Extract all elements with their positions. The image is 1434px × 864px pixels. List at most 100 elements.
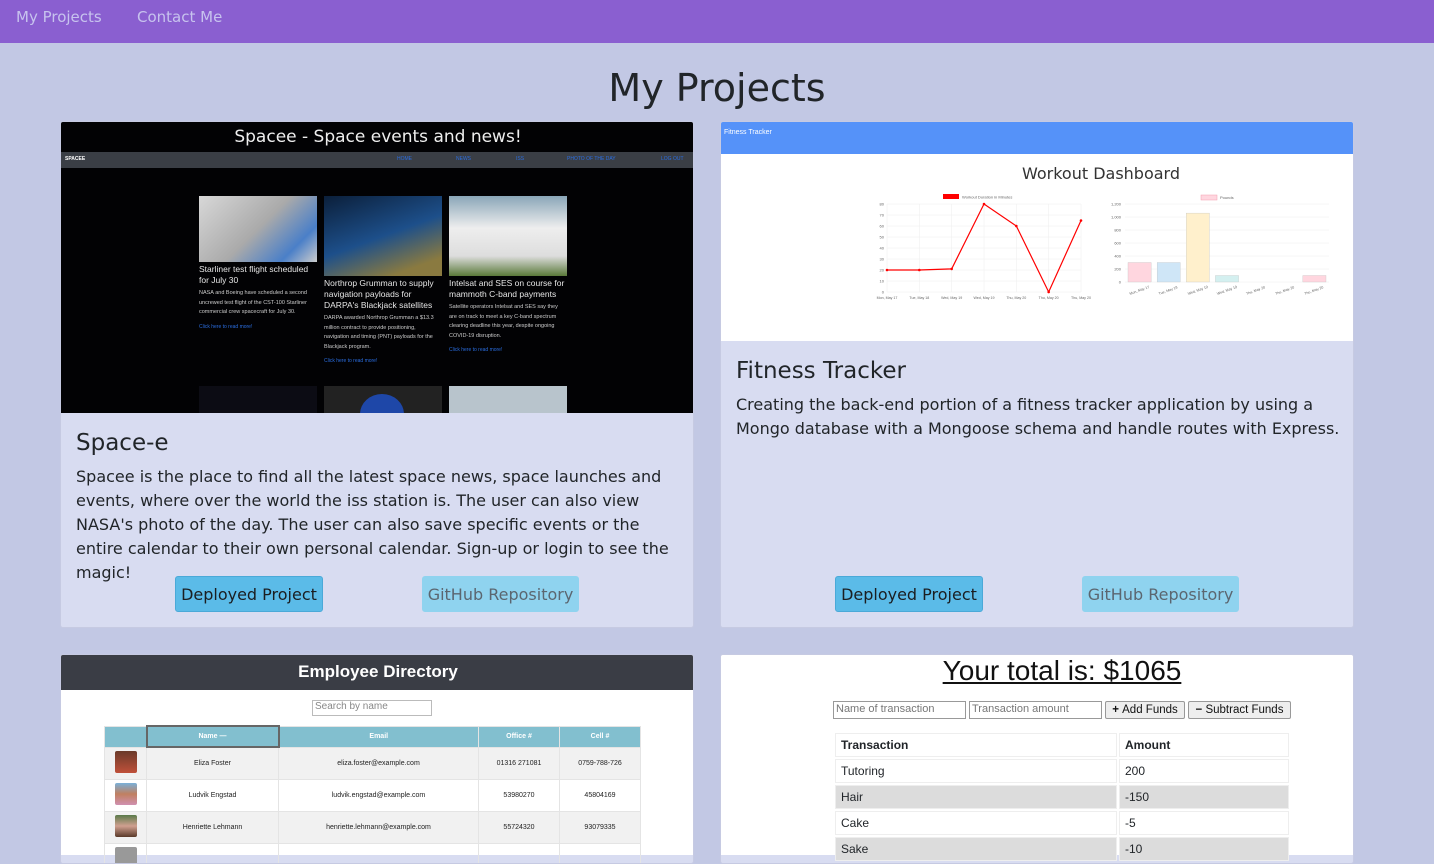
x-tick-label: Thu, May 20 xyxy=(1275,285,1295,296)
column-header: Name — xyxy=(145,725,280,748)
workout-charts: 0 10 20 30 40 50 60 70 80 Mon, May 17 Tue, May 18 W… xyxy=(877,194,1329,300)
deployed-project-button[interactable]: Deployed Project xyxy=(835,576,983,612)
data-point xyxy=(982,202,986,206)
label: Add Funds xyxy=(1122,704,1178,716)
cell: ludvik.engstad@example.com xyxy=(278,778,479,812)
y-tick-label: 20 xyxy=(880,268,885,273)
bar xyxy=(1186,212,1210,283)
preview-nav-item: NEWS xyxy=(456,156,471,162)
project-title: Space-e xyxy=(76,430,169,456)
cell: 53980270 xyxy=(478,778,560,812)
article-image xyxy=(449,196,567,276)
preview-title: Employee Directory xyxy=(61,655,693,690)
project-card-spacee: Spacee - Space events and news! SPACEE H… xyxy=(60,121,694,628)
table-row: Tutoring 200 xyxy=(835,759,1289,783)
article-image xyxy=(324,196,442,276)
x-tick-label: Mon, May 17 xyxy=(1129,285,1150,296)
cell: Eliza Foster xyxy=(146,746,279,780)
cell: Cake xyxy=(835,811,1117,835)
preview-navbar: SPACEE HOME NEWS ISS PHOTO OF THE DAY LO… xyxy=(61,152,693,168)
y-tick-label: 30 xyxy=(880,257,885,262)
project-screenshot: Fitness Tracker Workout Dashboard 0 10 20 3… xyxy=(721,122,1353,341)
project-description: Creating the back-end portion of a fitne… xyxy=(736,395,1340,438)
project-card-employee-directory: Employee Directory Search by name Name —… xyxy=(60,654,694,864)
article-link: Click here to read more! xyxy=(449,347,503,353)
preview-nav-item: HOME xyxy=(397,156,412,162)
bar xyxy=(1156,262,1181,283)
y-tick-label: 1,200 xyxy=(1111,202,1122,207)
x-tick-label: Wed, May 19 xyxy=(1216,285,1237,296)
x-tick-label: Thu, May 20 xyxy=(1246,285,1266,296)
legend-label: Pounds xyxy=(1220,195,1234,200)
label: Subtract Funds xyxy=(1205,704,1284,716)
column-header: Cell # xyxy=(559,725,641,748)
x-tick-label: Wed, May 19 xyxy=(1187,285,1208,296)
article-link: Click here to read more! xyxy=(324,358,378,364)
y-tick-label: 800 xyxy=(1114,228,1121,233)
cell: eliza.foster@example.com xyxy=(278,746,479,780)
navbar: My Projects Contact Me xyxy=(0,0,1434,43)
y-tick-label: 600 xyxy=(1114,241,1121,246)
deployed-project-button[interactable]: Deployed Project xyxy=(175,576,323,612)
cell: 01316 271081 xyxy=(478,746,560,780)
bar xyxy=(1215,275,1239,283)
y-tick-label: 200 xyxy=(1114,267,1121,272)
preview-title: Spacee - Space events and news! xyxy=(234,127,522,147)
y-tick-label: 80 xyxy=(880,202,885,207)
x-tick-label: Thu, May 20 xyxy=(1304,285,1324,296)
article-image xyxy=(199,196,317,262)
employee-table: Name — Email Office # Cell # Eliza Foster el… xyxy=(104,725,641,863)
x-tick-label: Thu, May 20 xyxy=(1071,296,1091,300)
x-tick-label: Wed, May 19 xyxy=(941,296,962,300)
cell: -150 xyxy=(1119,785,1289,809)
page-title: My Projects xyxy=(608,66,826,110)
cell: Sake xyxy=(835,837,1117,861)
project-screenshot: Your total is: $1065 Name of transaction… xyxy=(721,655,1353,861)
preview-nav-item: LOG OUT xyxy=(661,156,684,162)
y-tick-label: 1,000 xyxy=(1111,215,1122,220)
legend-swatch xyxy=(943,194,959,199)
data-point xyxy=(1015,224,1018,228)
preview-article: Intelsat and SES on course for mammoth C… xyxy=(449,196,567,353)
cell: 45804169 xyxy=(559,778,641,812)
article-body: DARPA awarded Northrop Grumman a $13.3 m… xyxy=(324,315,434,350)
y-tick-label: 400 xyxy=(1114,254,1121,259)
column-header: Email xyxy=(278,725,479,748)
table-row: Sake -10 xyxy=(835,837,1289,861)
cell: 93079335 xyxy=(559,810,641,844)
x-tick-label: Thu, May 20 xyxy=(1039,296,1059,300)
data-point xyxy=(1079,219,1083,222)
cell: -5 xyxy=(1119,811,1289,835)
article-body: NASA and Boeing have scheduled a second … xyxy=(199,290,307,315)
y-tick-label: 0 xyxy=(1119,280,1122,285)
x-tick-label: Mon, May 17 xyxy=(877,296,898,300)
y-tick-label: 70 xyxy=(880,213,885,218)
bar xyxy=(1127,262,1152,283)
project-description: Spacee is the place to find all the late… xyxy=(76,467,669,582)
article-body: Satellite operators Intelsat and SES say… xyxy=(449,304,558,339)
preview-search-input: Search by name xyxy=(312,700,432,716)
cell: -10 xyxy=(1119,837,1289,861)
column-header: Transaction xyxy=(835,733,1117,757)
legend-label: Workout Duration in Minutes xyxy=(962,195,1012,200)
y-tick-label: 50 xyxy=(880,235,885,240)
cell: Henriette Lehmann xyxy=(146,810,279,844)
article-link: Click here to read more! xyxy=(199,323,253,330)
plus-icon: + xyxy=(1112,704,1119,716)
cell: Tutoring xyxy=(835,759,1117,783)
preview-subtract-funds-button: − Subtract Funds xyxy=(1188,701,1291,719)
table-row: Ludvik Engstad ludvik.engstad@example.com… xyxy=(104,778,641,812)
nav-contact-me[interactable]: Contact Me xyxy=(137,8,222,26)
x-tick-label: Tue, May 18 xyxy=(1158,285,1178,296)
nav-my-projects[interactable]: My Projects xyxy=(16,8,102,26)
github-repository-button[interactable]: GitHub Repository xyxy=(422,576,579,612)
bar xyxy=(1302,275,1327,283)
article-title: Northrop Grumman to supply navigation pa… xyxy=(324,278,434,310)
github-repository-button[interactable]: GitHub Repository xyxy=(1082,576,1239,612)
preview-nav-item: PHOTO OF THE DAY xyxy=(567,156,616,162)
legend-swatch xyxy=(1200,194,1218,201)
y-tick-label: 60 xyxy=(880,224,885,229)
cell: Hair xyxy=(835,785,1117,809)
data-point xyxy=(918,268,921,272)
article-title: Intelsat and SES on course for mammoth C… xyxy=(449,278,565,299)
